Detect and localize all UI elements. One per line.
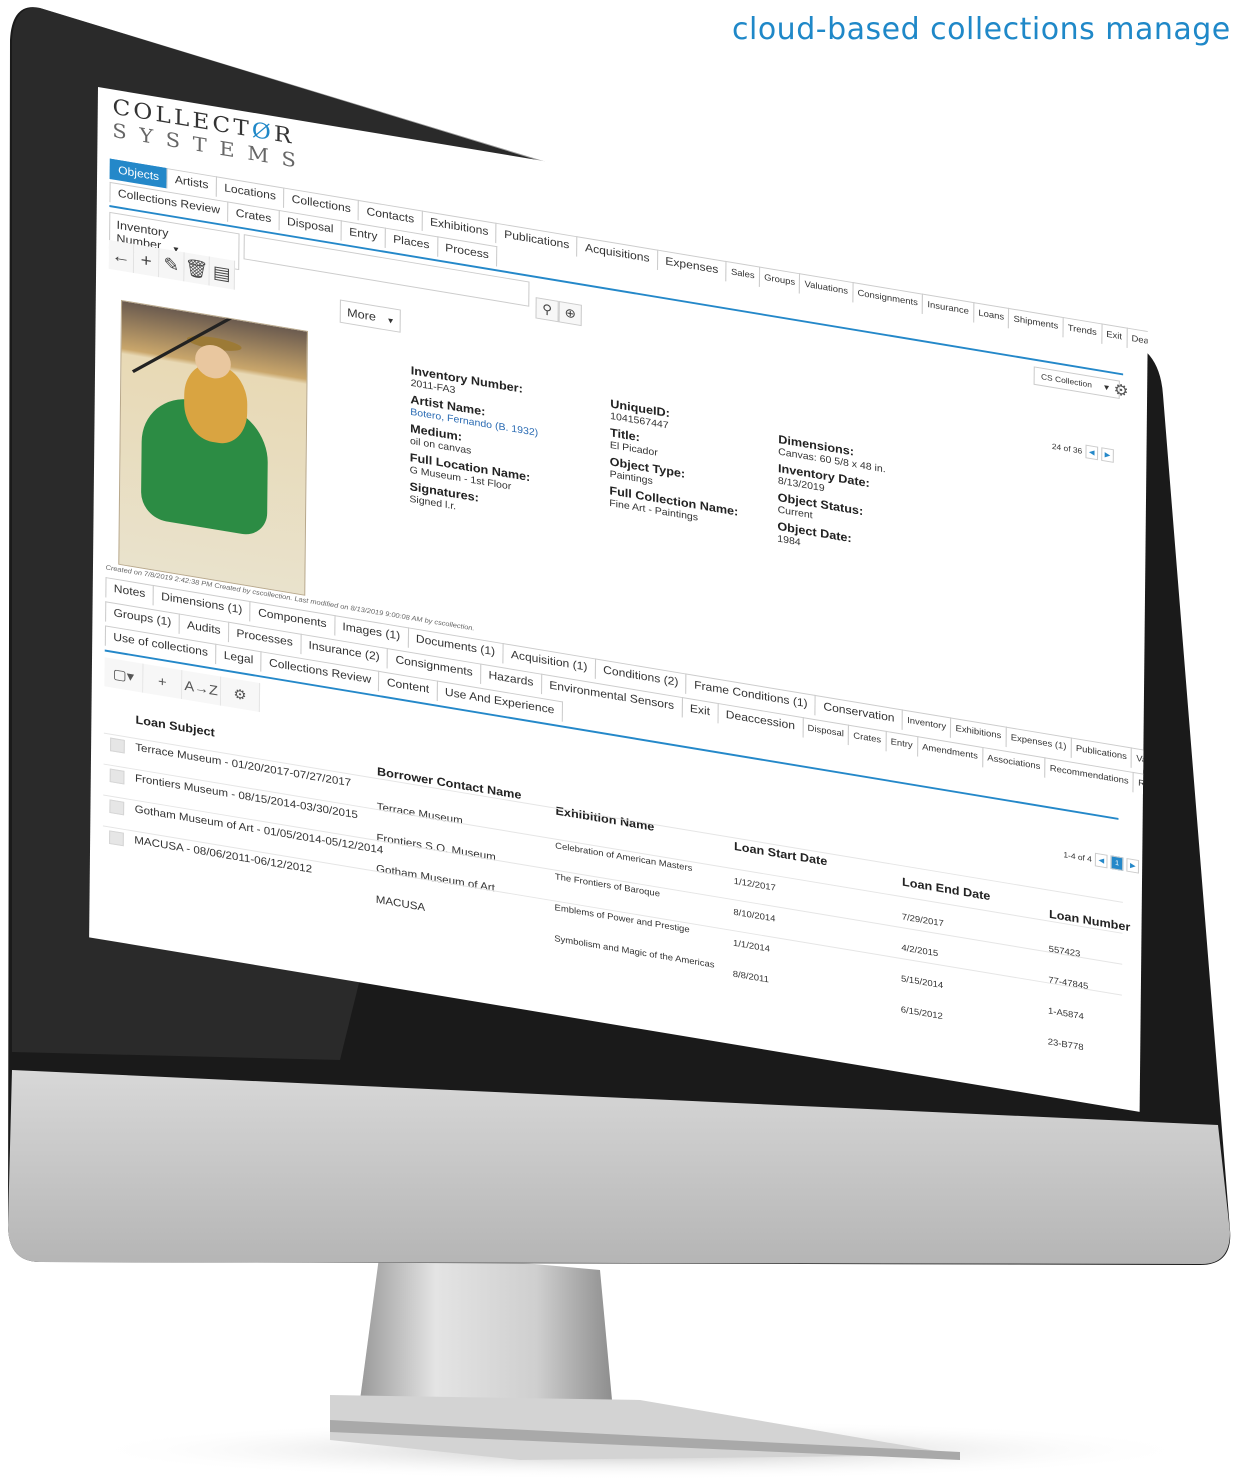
column-header-loan-subject[interactable]: Loan Subject [136, 713, 215, 740]
cell-loan-number: 1-A5874 [1048, 1005, 1084, 1022]
tab-crates[interactable]: Crates [847, 724, 887, 752]
cell-borrower-contact-name: MACUSA [375, 893, 426, 914]
table-row[interactable] [103, 763, 1123, 934]
cell-exhibition-name: Symbolism and Magic of the Americas [554, 933, 715, 970]
cell-loan-start-date: 1/1/2014 [733, 937, 770, 954]
tab-valuations[interactable]: Valuations [799, 273, 854, 303]
row-checkbox[interactable] [109, 768, 125, 785]
prev-record-button[interactable]: ◀ [1085, 444, 1099, 461]
column-header-exhibition-name[interactable]: Exhibition Name [555, 804, 654, 834]
tab-sales[interactable]: Sales [725, 260, 761, 287]
page-1-button[interactable]: 1 [1110, 855, 1124, 872]
sort-icon[interactable]: A→Z [182, 670, 222, 706]
trash-icon[interactable]: 🗑 [184, 252, 210, 286]
prev-page-button[interactable]: ◀ [1094, 852, 1108, 869]
column-header-loan-number[interactable]: Loan Number [1049, 907, 1130, 934]
loans-pager: 1-4 of 4 ◀ 1 ▶ [1063, 848, 1140, 874]
row-checkbox[interactable] [109, 799, 125, 816]
tab-expenses[interactable]: Expenses [656, 249, 727, 282]
add-loan-icon[interactable]: + [143, 663, 183, 700]
row-checkbox[interactable] [109, 830, 124, 847]
cell-borrower-contact-name: Gotham Museum of Art [375, 863, 495, 895]
cell-loan-start-date: 8/8/2011 [732, 968, 769, 985]
tab-inventory[interactable]: Inventory [901, 709, 952, 738]
cell-loan-start-date: 8/10/2014 [733, 906, 776, 924]
document-icon[interactable]: ▤ [209, 256, 236, 290]
tab-publications[interactable]: Publications [495, 222, 578, 257]
cell-loan-number: 23-B778 [1047, 1036, 1084, 1053]
tab-disposal[interactable]: Disposal [802, 717, 850, 746]
select-all-checkbox[interactable]: ▢▾ [104, 657, 144, 693]
search-icon[interactable]: ⚲ [535, 297, 559, 323]
tab-deaccession[interactable]: Deaccession [1126, 327, 1149, 359]
cell-exhibition-name: Celebration of American Masters [555, 840, 693, 873]
tab-acquisitions[interactable]: Acquisitions [576, 236, 659, 271]
tab-notes[interactable]: Notes [105, 577, 154, 606]
tab-groups[interactable]: Groups [758, 266, 801, 294]
tab-trends[interactable]: Trends [1062, 316, 1103, 344]
pencil-icon[interactable]: ✎ [159, 248, 185, 282]
cell-borrower-contact-name: Frontiers S.O. Museum [376, 832, 496, 864]
tab-exit[interactable]: Exit [1100, 323, 1128, 348]
tab-exit[interactable]: Exit [681, 696, 719, 724]
gear-icon[interactable]: ⚙ [1113, 380, 1128, 402]
tab-audits[interactable]: Audits [178, 613, 230, 643]
app-screen: COLLECTØR SYSTEMS Objects Artists Location… [89, 87, 1149, 1112]
row-checkbox[interactable] [110, 737, 125, 754]
back-arrow-icon[interactable]: ← [108, 239, 135, 274]
next-record-button[interactable]: ▶ [1101, 447, 1114, 463]
zoom-search-icon[interactable]: ⊕ [558, 300, 582, 327]
cell-borrower-contact-name: Terrace Museum [376, 801, 463, 828]
more-select[interactable]: More ▼ [339, 299, 401, 333]
cell-exhibition-name: Emblems of Power and Prestige [554, 902, 690, 935]
tab-consignments[interactable]: Consignments [852, 281, 924, 315]
tab-legal[interactable]: Legal [215, 643, 262, 672]
cell-loan-start-date: 1/12/2017 [733, 876, 776, 893]
sub-tabs-row2: Groups (1) Audits Processes Insurance (2) Co… [105, 601, 1149, 814]
column-header-loan-start-date[interactable]: Loan Start Date [734, 839, 827, 868]
column-header-borrower-contact-name[interactable]: Borrower Contact Name [377, 764, 521, 802]
artwork-image[interactable] [118, 299, 309, 596]
cell-loan-end-date: 6/15/2012 [900, 1004, 943, 1022]
tab-loans[interactable]: Loans [972, 302, 1010, 329]
tab-entry[interactable]: Entry [885, 730, 919, 757]
cell-loan-end-date: 4/2/2015 [901, 942, 939, 959]
tab-shipments[interactable]: Shipments [1008, 307, 1064, 338]
tab-insurance[interactable]: Insurance [922, 293, 975, 323]
cell-loan-end-date: 5/15/2014 [901, 973, 944, 991]
plus-icon[interactable]: + [133, 244, 160, 278]
cell-loan-end-date: 7/29/2017 [901, 911, 944, 929]
next-page-button[interactable]: ▶ [1126, 858, 1140, 874]
record-pager: 24 of 36 ◀ ▶ [1052, 439, 1114, 463]
settings-gear-icon[interactable]: ⚙ [220, 676, 261, 713]
